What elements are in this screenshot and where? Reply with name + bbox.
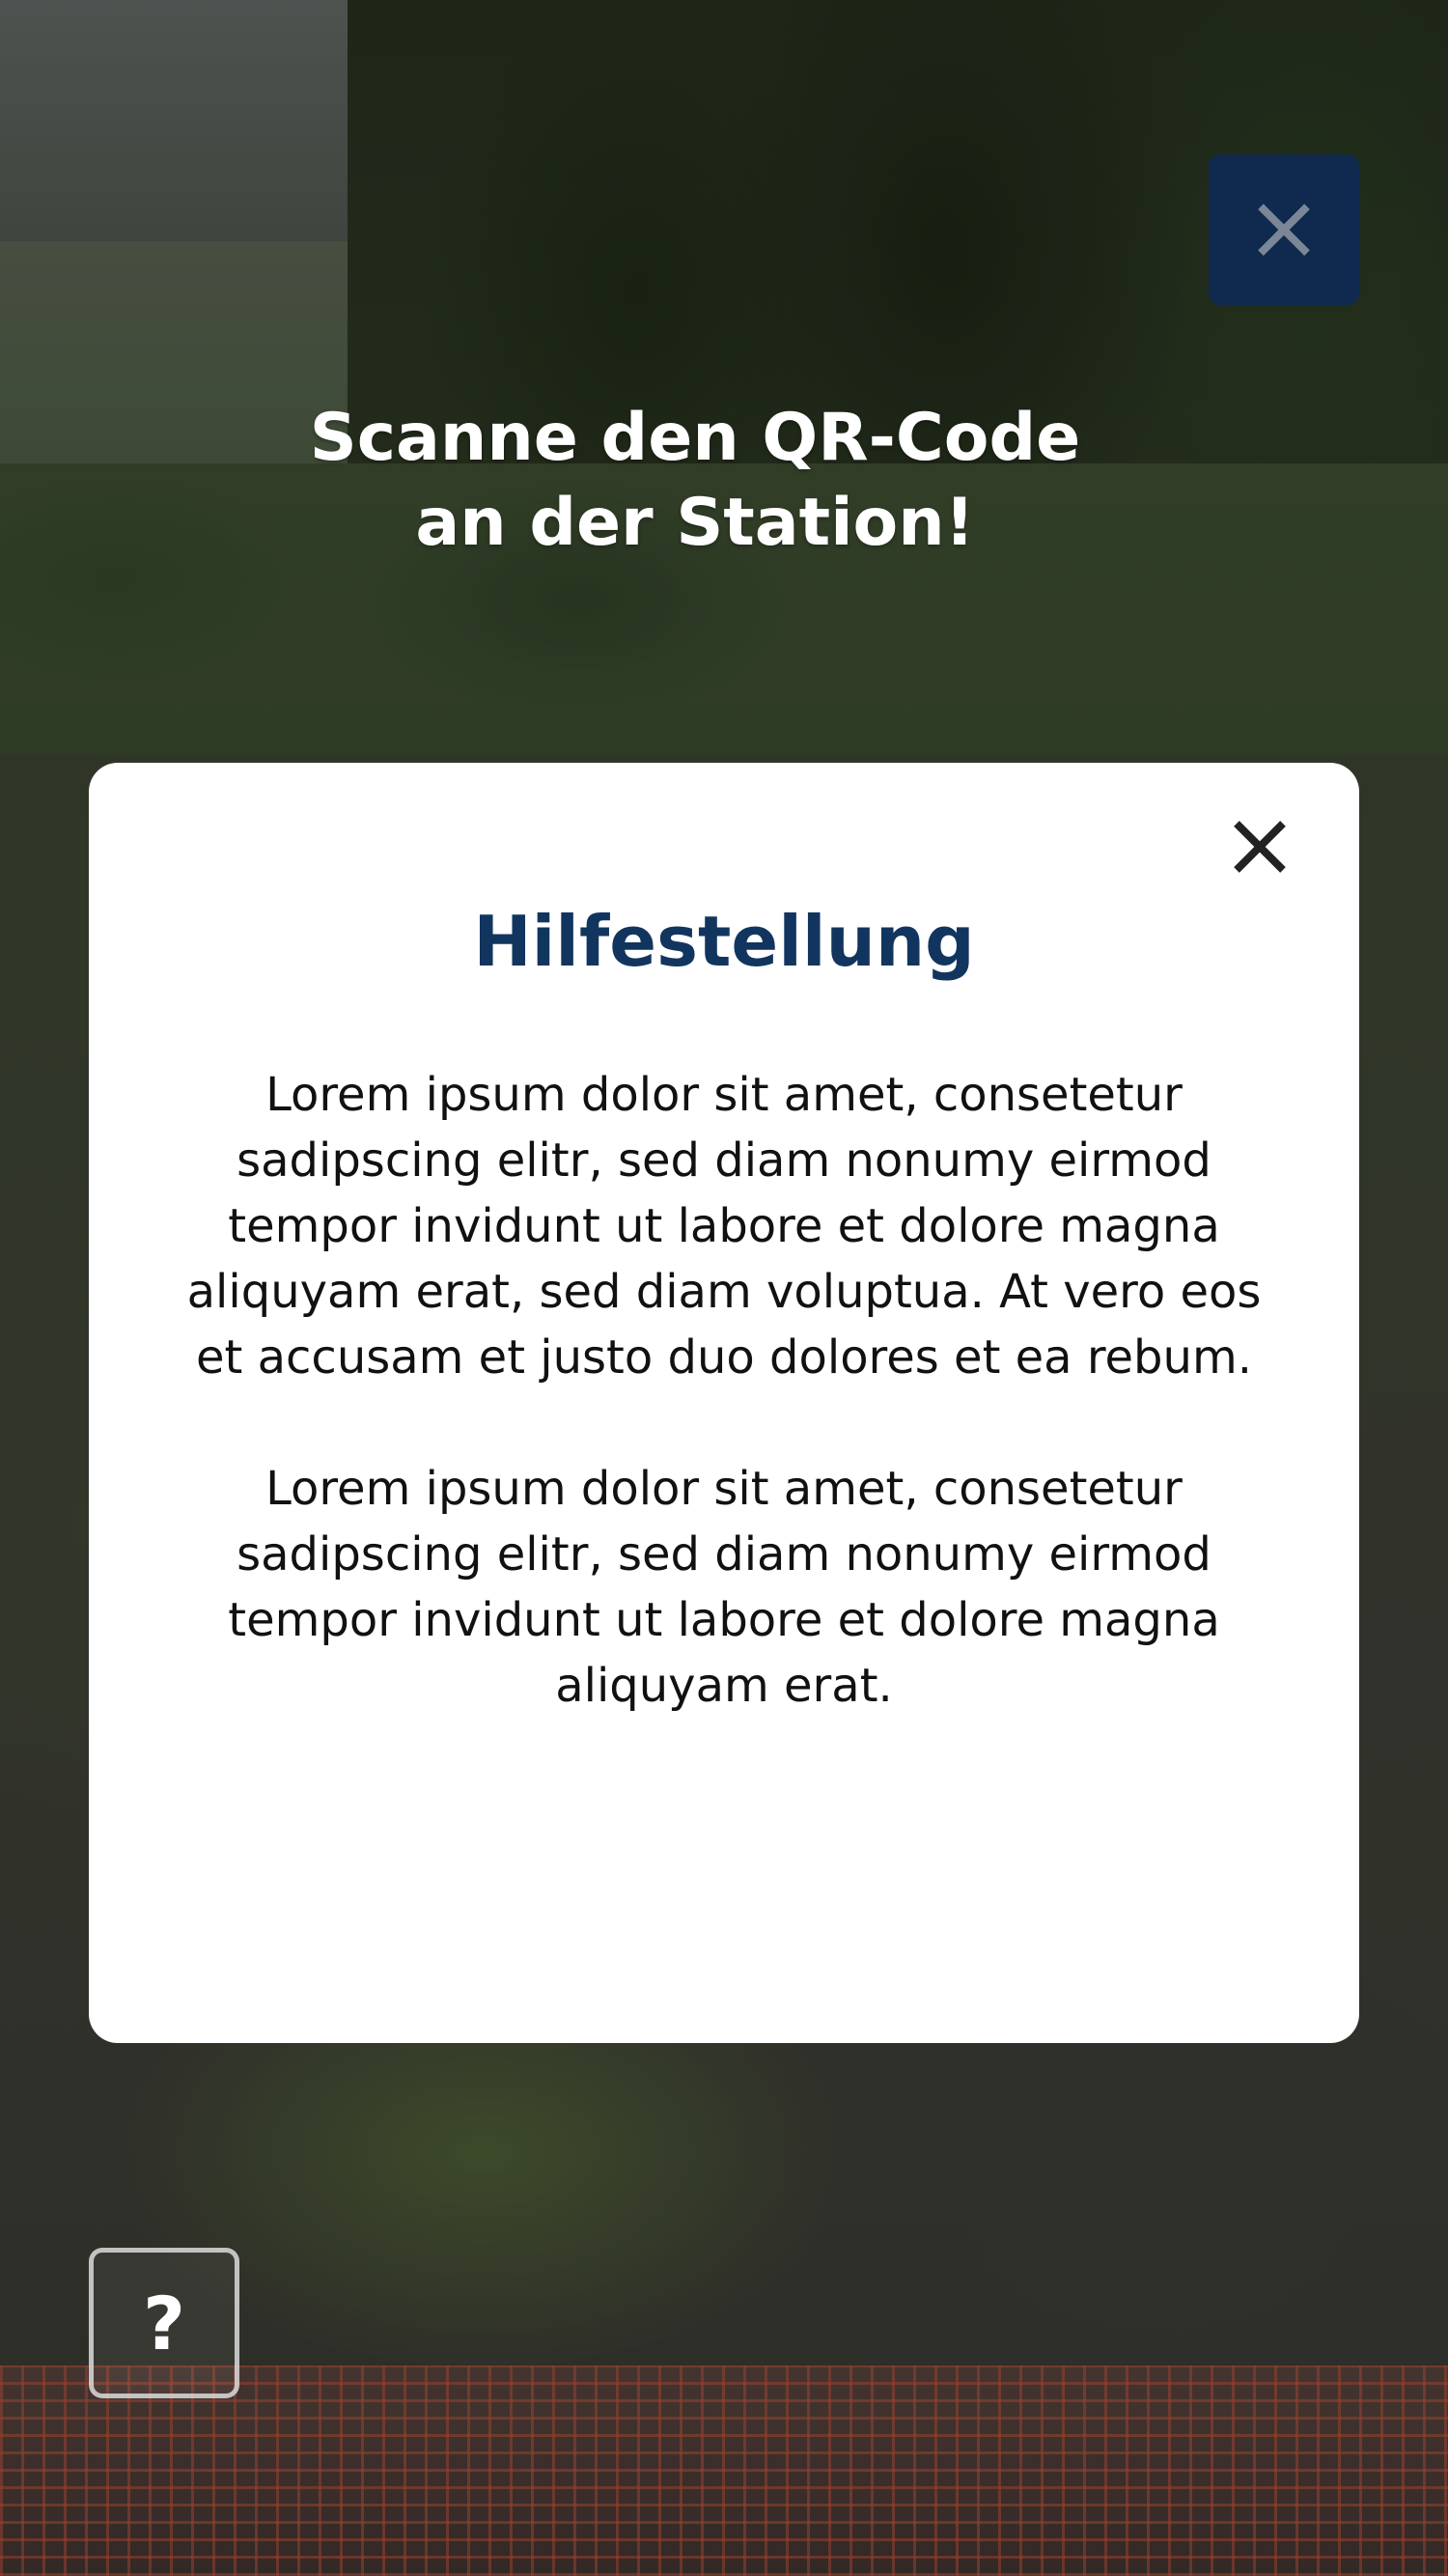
scan-instruction: Scanne den QR-Code an der Station! (241, 396, 1149, 566)
modal-title: Hilfestellung (473, 901, 975, 982)
modal-body: Lorem ipsum dolor sit amet, consetetur s… (156, 1062, 1292, 1719)
modal-close-button[interactable] (1226, 813, 1294, 881)
modal-paragraph-2: Lorem ipsum dolor sit amet, consetetur s… (228, 1462, 1220, 1713)
scan-instruction-line-1: Scanne den QR-Code (309, 400, 1081, 476)
scan-instruction-line-2: an der Station! (415, 485, 975, 561)
modal-paragraph-1: Lorem ipsum dolor sit amet, consetetur s… (186, 1068, 1262, 1385)
help-modal: Hilfestellung Lorem ipsum dolor sit amet… (89, 763, 1359, 2043)
close-scanner-button[interactable] (1209, 154, 1359, 305)
close-icon (1258, 204, 1310, 256)
help-button[interactable]: ? (89, 2248, 239, 2398)
close-icon (1234, 821, 1286, 873)
